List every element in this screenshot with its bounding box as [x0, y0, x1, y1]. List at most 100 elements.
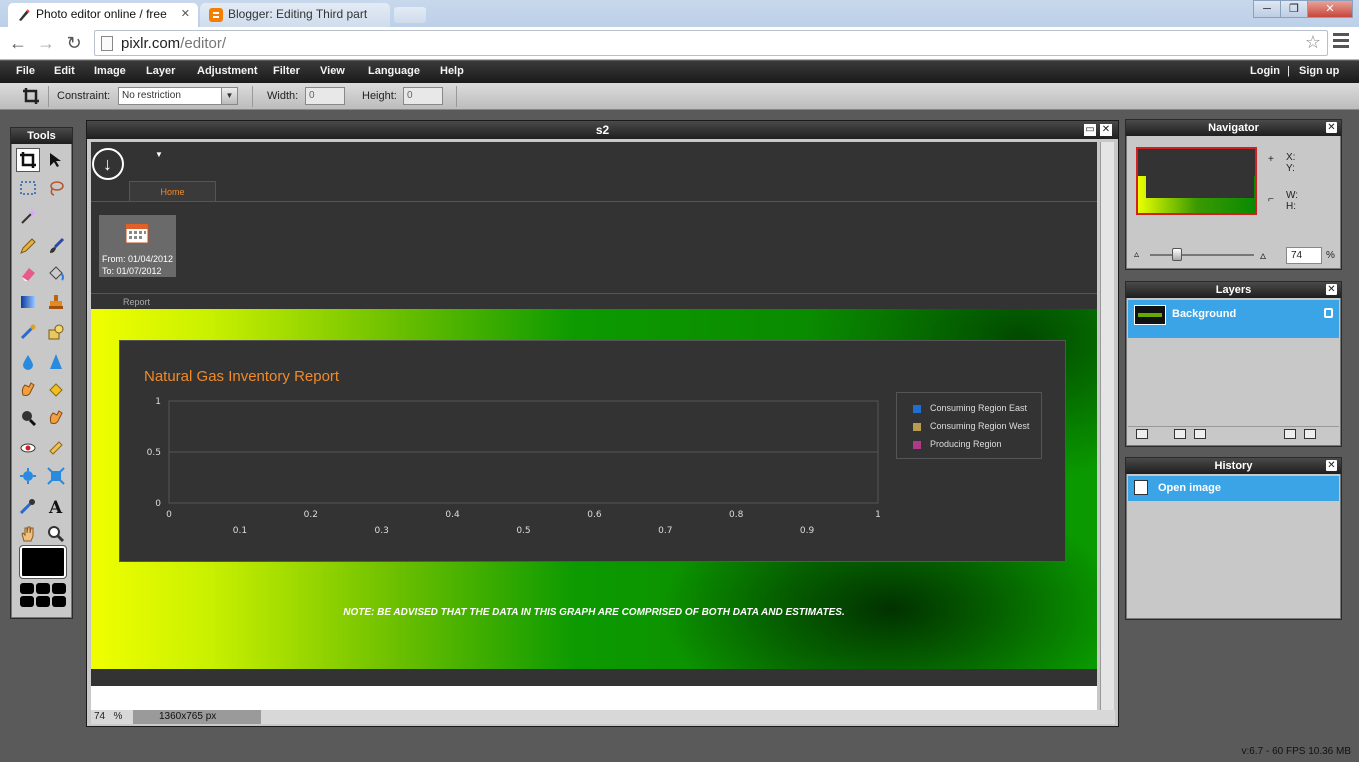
layer-style-icon[interactable]: [1194, 429, 1206, 439]
menu-layer[interactable]: Layer: [146, 65, 175, 77]
zoom-input[interactable]: 74: [1286, 247, 1322, 264]
marquee-tool-icon[interactable]: [16, 176, 40, 200]
menu-help[interactable]: Help: [440, 65, 464, 77]
new-tab-button[interactable]: [394, 7, 426, 23]
chrome-menu-icon[interactable]: [1333, 33, 1349, 51]
color-replace-icon[interactable]: [16, 320, 40, 344]
reload-icon[interactable]: ↻: [62, 31, 86, 55]
menu-file[interactable]: File: [16, 65, 35, 77]
menu-adjustment[interactable]: Adjustment: [197, 65, 258, 77]
paint-bucket-icon[interactable]: [44, 262, 68, 286]
menu-filter[interactable]: Filter: [273, 65, 300, 77]
tab-pixlr[interactable]: Photo editor online / free ✕: [8, 3, 198, 27]
navigator-thumbnail[interactable]: [1136, 147, 1257, 215]
zoom-in-icon[interactable]: ▵: [1260, 248, 1266, 262]
clone-stamp-icon[interactable]: [44, 290, 68, 314]
history-panel: History ✕ Open image: [1125, 457, 1342, 620]
ribbon-tab-home: Home: [129, 181, 216, 202]
swatch[interactable]: [36, 583, 50, 594]
chevron-down-icon: ▼: [221, 88, 237, 104]
navigator-zoom: ▵ ▵ 74 %: [1134, 247, 1335, 265]
document-title-bar[interactable]: s2 ▭ ✕: [87, 121, 1118, 139]
history-item-open-image[interactable]: Open image: [1128, 476, 1339, 501]
swatch[interactable]: [52, 596, 66, 607]
w-label: W:: [1286, 190, 1299, 201]
width-input[interactable]: 0: [305, 87, 345, 105]
calendar-icon: [125, 223, 149, 244]
address-bar[interactable]: pixlr.com/editor/ ☆: [94, 30, 1328, 56]
shape-tool-icon[interactable]: [44, 320, 68, 344]
navigator-panel: Navigator ✕ + X: Y: ⌐ W: H: ▵ ▵ 74 %: [1125, 119, 1342, 270]
constraint-label: Constraint:: [57, 90, 111, 102]
trash-icon[interactable]: [1304, 429, 1316, 439]
gradient-tool-icon[interactable]: [16, 290, 40, 314]
version-info: v:6.7 - 60 FPS 10.36 MB: [1241, 746, 1352, 757]
maximize-button[interactable]: ❐: [1280, 0, 1308, 18]
browser-toolbar: ← → ↻ pixlr.com/editor/ ☆: [0, 27, 1359, 60]
tab-close-icon[interactable]: ✕: [181, 7, 190, 20]
sponge-tool-icon[interactable]: [44, 378, 68, 402]
hand-tool-icon[interactable]: [16, 522, 40, 546]
zoom-slider-knob[interactable]: [1172, 248, 1182, 261]
ribbon-divider: [91, 201, 1097, 202]
signup-link[interactable]: Sign up: [1299, 65, 1339, 77]
close-icon[interactable]: ✕: [1326, 122, 1337, 133]
swatch[interactable]: [20, 583, 34, 594]
vertical-scrollbar[interactable]: [1100, 142, 1114, 710]
divider: [252, 86, 253, 107]
menu-view[interactable]: View: [320, 65, 345, 77]
blur-drop-icon[interactable]: [16, 350, 40, 374]
tools-panel: Tools A: [10, 127, 73, 619]
menu-edit[interactable]: Edit: [54, 65, 75, 77]
height-input[interactable]: 0: [403, 87, 443, 105]
swatch[interactable]: [36, 596, 50, 607]
close-icon[interactable]: ✕: [1326, 284, 1337, 295]
zoom-dodge-icon[interactable]: [16, 406, 40, 430]
login-link[interactable]: Login: [1250, 65, 1280, 77]
minimize-button[interactable]: ─: [1253, 0, 1281, 18]
smudge-tool-icon[interactable]: [16, 378, 40, 402]
crop-tool-icon[interactable]: [16, 148, 40, 172]
new-layer-icon[interactable]: [1284, 429, 1296, 439]
chart-legend: Consuming Region East Consuming Region W…: [896, 392, 1042, 459]
swatch[interactable]: [20, 596, 34, 607]
magic-wand-icon[interactable]: [16, 204, 40, 228]
layer-mask-icon[interactable]: [1174, 429, 1186, 439]
tab-blogger[interactable]: Blogger: Editing Third part: [200, 3, 390, 27]
color-picker-icon[interactable]: [16, 494, 40, 518]
close-icon[interactable]: ✕: [1326, 460, 1337, 471]
image-canvas[interactable]: ↓ ▼ Home From: 01/04/2012 To: 01/07/2012…: [91, 142, 1097, 686]
swatch[interactable]: [52, 583, 66, 594]
red-eye-icon[interactable]: [16, 436, 40, 460]
type-tool-icon[interactable]: A: [44, 494, 68, 518]
pinch-tool-icon[interactable]: [44, 464, 68, 488]
forward-arrow-icon[interactable]: →: [34, 31, 58, 55]
bloat-tool-icon[interactable]: [16, 464, 40, 488]
zoom-tool-icon[interactable]: [44, 522, 68, 546]
sharpen-tool-icon[interactable]: [44, 350, 68, 374]
menu-language[interactable]: Language: [368, 65, 420, 77]
close-doc-icon[interactable]: ✕: [1100, 124, 1112, 136]
burn-tool-icon[interactable]: [44, 406, 68, 430]
doc-zoom-level[interactable]: 74 %: [94, 711, 122, 722]
bookmark-star-icon[interactable]: ☆: [1305, 32, 1321, 53]
zoom-out-icon[interactable]: ▵: [1134, 249, 1139, 260]
layer-item-background[interactable]: Background: [1128, 300, 1339, 338]
menu-image[interactable]: Image: [94, 65, 126, 77]
close-window-button[interactable]: ✕: [1307, 0, 1353, 18]
eraser-tool-icon[interactable]: [16, 262, 40, 286]
maximize-doc-icon[interactable]: ▭: [1084, 124, 1096, 136]
spot-heal-icon[interactable]: [44, 436, 68, 460]
move-tool-icon[interactable]: [44, 148, 68, 172]
constraint-select[interactable]: No restriction ▼: [118, 87, 238, 105]
lasso-tool-icon[interactable]: [44, 176, 68, 200]
back-arrow-icon[interactable]: ←: [6, 31, 30, 55]
pencil-tool-icon[interactable]: [16, 234, 40, 258]
primary-color-swatch[interactable]: [19, 545, 67, 579]
divider: [48, 86, 49, 107]
lock-icon[interactable]: [1324, 308, 1333, 318]
brush-tool-icon[interactable]: [44, 234, 68, 258]
layer-settings-icon[interactable]: [1136, 429, 1148, 439]
browser-chrome: Photo editor online / free ✕ Blogger: Ed…: [0, 0, 1359, 60]
zoom-slider-track[interactable]: [1150, 254, 1254, 256]
